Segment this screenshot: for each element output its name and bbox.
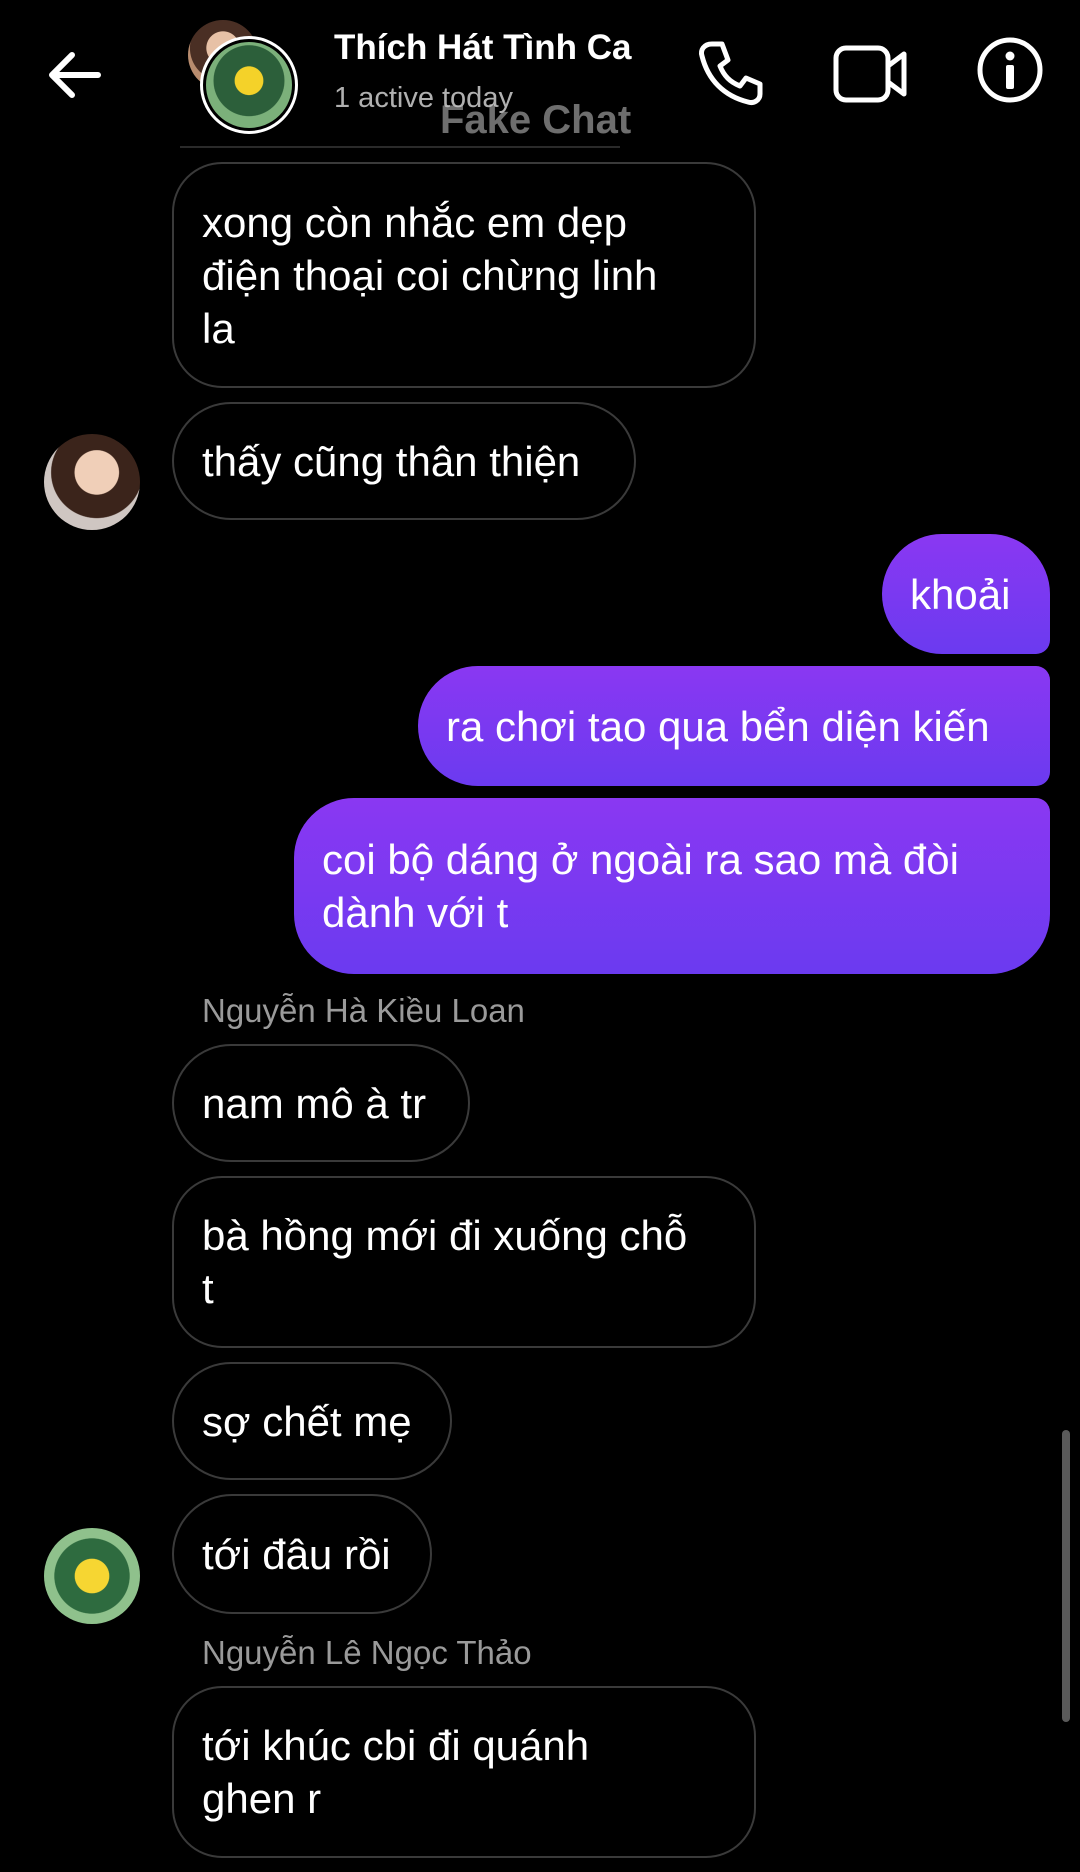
outgoing-message[interactable]: coi bộ dáng ở ngoài ra sao mà đòi dành v… <box>294 798 1050 974</box>
sender-name: Nguyễn Lê Ngọc Thảo <box>202 1634 532 1671</box>
message-text: sợ chết mẹ <box>202 1397 412 1445</box>
chat-title[interactable]: Thích Hát Tình Ca <box>334 28 632 68</box>
message-text: khoải <box>910 570 1011 618</box>
message-text: coi bộ dáng ở ngoài ra sao mà đòi dành v… <box>322 836 959 936</box>
sender-name: Nguyễn Hà Kiều Loan <box>202 992 525 1029</box>
chat-header: Thích Hát Tình Ca 1 active today Fake Ch… <box>0 0 1080 150</box>
message-text: xong còn nhắc em dẹp điện thoại coi chừn… <box>202 198 658 352</box>
incoming-message[interactable]: tới đâu rồi <box>172 1494 432 1614</box>
avatar[interactable] <box>44 434 140 530</box>
message-text: ra chơi tao qua bển diện kiến <box>446 702 990 750</box>
incoming-message[interactable]: thấy cũng thân thiện <box>172 402 636 520</box>
message-text: tới đâu rồi <box>202 1530 391 1578</box>
message-text: bà hồng mới đi xuống chỗ t <box>202 1212 688 1312</box>
phone-icon[interactable] <box>690 34 770 114</box>
info-icon[interactable] <box>970 34 1050 114</box>
header-divider <box>180 146 620 148</box>
message-text: nam mô à tr <box>202 1079 427 1127</box>
outgoing-message[interactable]: khoải <box>882 534 1050 654</box>
incoming-message[interactable]: bà hồng mới đi xuống chỗ t <box>172 1176 756 1348</box>
message-text: tới khúc cbi đi quánh ghen r <box>202 1722 590 1822</box>
outgoing-message[interactable]: ra chơi tao qua bển diện kiến <box>418 666 1050 786</box>
scrollbar[interactable] <box>1062 1430 1070 1722</box>
incoming-message[interactable]: tới khúc cbi đi quánh ghen r <box>172 1686 756 1858</box>
watermark: Fake Chat <box>440 98 632 142</box>
video-camera-icon[interactable] <box>830 34 910 114</box>
incoming-message[interactable]: sợ chết mẹ <box>172 1362 452 1480</box>
back-arrow-icon[interactable] <box>40 40 110 110</box>
incoming-message[interactable]: xong còn nhắc em dẹp điện thoại coi chừn… <box>172 162 756 388</box>
group-avatar[interactable] <box>188 20 300 134</box>
message-text: thấy cũng thân thiện <box>202 437 581 485</box>
incoming-message[interactable]: nam mô à tr <box>172 1044 470 1162</box>
avatar[interactable] <box>44 1528 140 1624</box>
member-avatar-front <box>200 36 298 134</box>
